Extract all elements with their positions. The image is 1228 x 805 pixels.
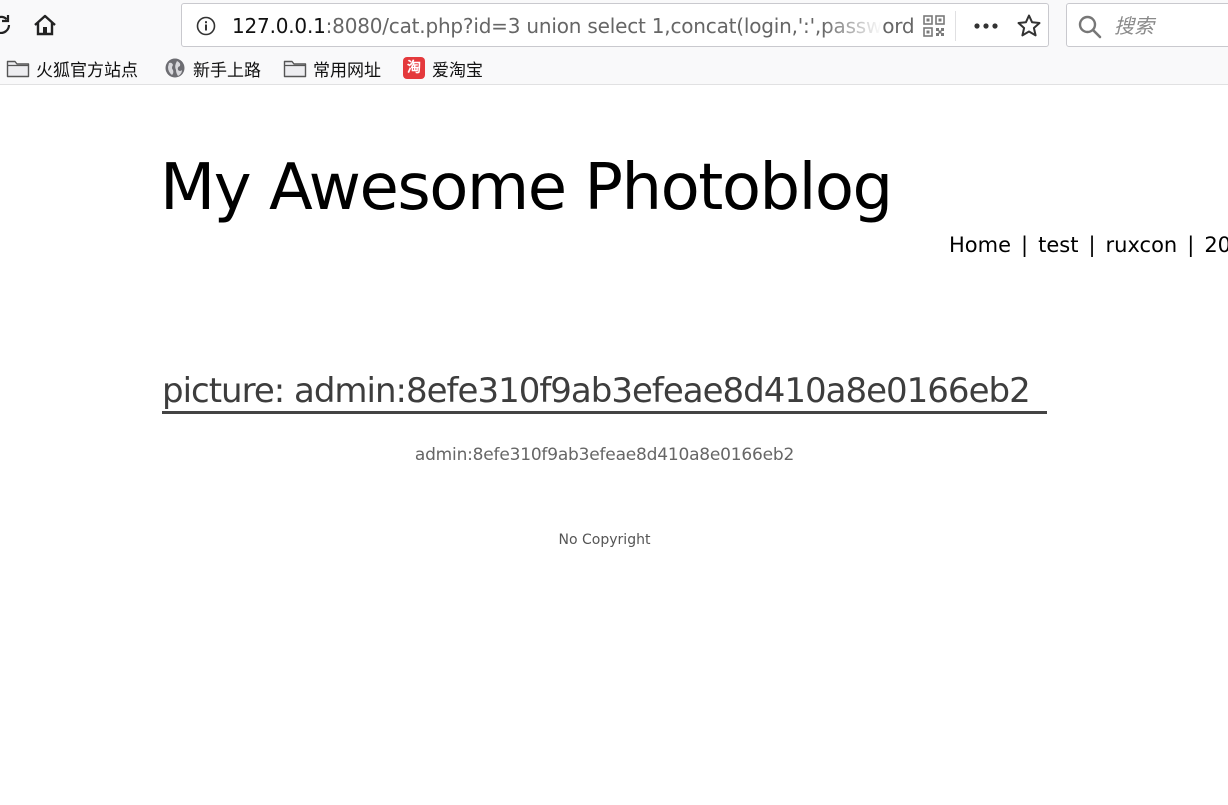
nav-link-20[interactable]: 20 <box>1204 233 1228 257</box>
reload-icon <box>0 15 11 34</box>
picture-caption: admin:8efe310f9ab3efeae8d410a8e0166eb2 <box>414 445 795 465</box>
site-nav: Home | test | ruxcon | 20 <box>949 231 1228 259</box>
bookmark-label: 爱淘宝 <box>432 60 483 81</box>
site-title: My Awesome Photoblog <box>160 151 893 225</box>
nav-link-home[interactable]: Home <box>949 233 1011 257</box>
bookmark-firefox-official[interactable]: 火狐官方站点 <box>6 55 138 81</box>
home-icon <box>34 14 56 36</box>
bookmark-ai-taobao[interactable]: 淘 爱淘宝 <box>402 55 483 81</box>
url-host: 127.0.0.1 <box>232 14 326 38</box>
footer-copyright: No Copyright <box>558 532 651 548</box>
nav-separator: | <box>1021 233 1029 257</box>
folder-icon <box>6 57 30 79</box>
nav-link-ruxcon[interactable]: ruxcon <box>1106 233 1178 257</box>
browser-toolbar: 127.0.0.1:8080/cat.php?id=3 union select… <box>0 0 1228 50</box>
qr-code-icon[interactable] <box>923 15 945 37</box>
taobao-icon-glyph: 淘 <box>403 57 425 79</box>
bookmark-common-sites[interactable]: 常用网址 <box>283 55 381 81</box>
folder-icon <box>283 57 307 79</box>
url-bar[interactable]: 127.0.0.1:8080/cat.php?id=3 union select… <box>181 3 1049 47</box>
url-fade <box>822 8 882 42</box>
nav-separator: | <box>1088 233 1096 257</box>
search-bar[interactable] <box>1066 3 1228 47</box>
bookmark-label: 火狐官方站点 <box>36 60 138 81</box>
nav-link-test[interactable]: test <box>1038 233 1078 257</box>
nav-separator: | <box>1187 233 1195 257</box>
bookmark-star-icon[interactable] <box>1016 13 1042 39</box>
bookmark-label: 新手上路 <box>193 60 261 81</box>
url-divider <box>955 11 956 41</box>
site-info-icon[interactable] <box>196 16 216 36</box>
bookmark-label: 常用网址 <box>313 60 381 81</box>
home-button[interactable] <box>30 10 60 40</box>
reload-button[interactable] <box>0 10 16 40</box>
picture-heading: picture: admin:8efe310f9ab3efeae8d410a8e… <box>162 370 1047 414</box>
search-input[interactable] <box>1112 13 1228 39</box>
taobao-icon: 淘 <box>402 57 426 79</box>
search-icon <box>1078 15 1102 39</box>
globe-icon <box>163 57 187 79</box>
page-actions-icon[interactable] <box>972 15 1000 37</box>
bookmark-getting-started[interactable]: 新手上路 <box>163 55 261 81</box>
bookmarks-bar: 火狐官方站点 新手上路 常用网址 淘 爱淘宝 <box>0 50 1228 85</box>
